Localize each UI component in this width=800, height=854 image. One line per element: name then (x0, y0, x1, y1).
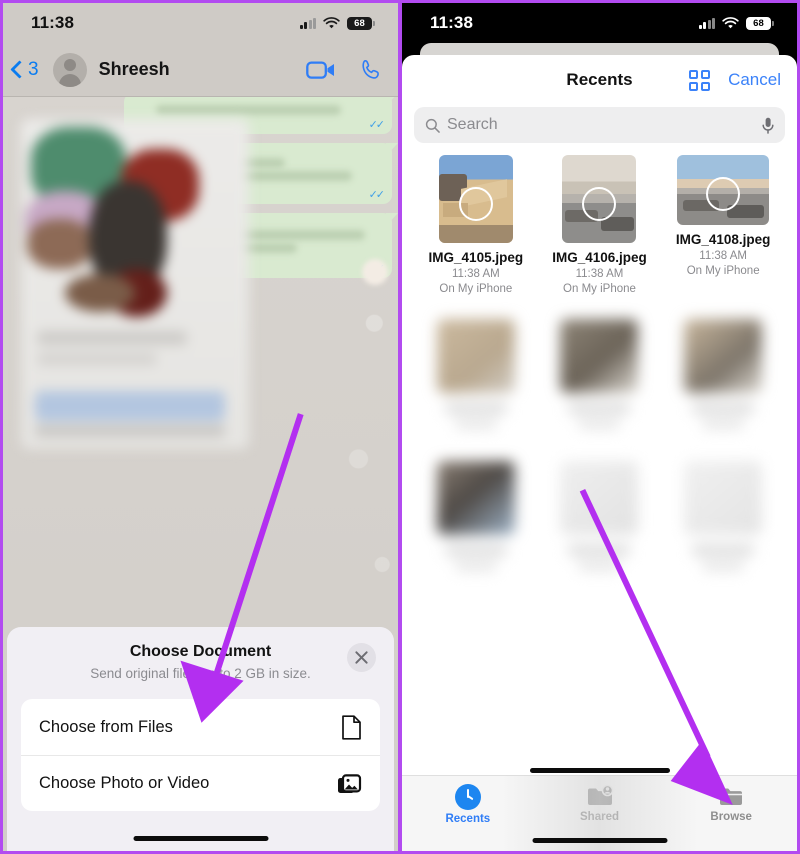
files-picker-sheet: Recents Cancel Search IMG_4105.jpeg 11:3… (402, 55, 797, 851)
file-item[interactable]: IMG_4105.jpeg 11:38 AM On My iPhone (414, 155, 538, 295)
file-time: 11:38 AM (451, 268, 500, 280)
clock-icon (454, 784, 481, 810)
status-bar-time: 11:38 (430, 13, 474, 32)
redacted-file-row (402, 319, 797, 429)
file-thumbnail (438, 155, 513, 243)
scroll-home-indicator (529, 768, 670, 773)
wifi-icon (323, 16, 340, 28)
cellular-bars-icon (299, 17, 316, 29)
close-glyph (355, 651, 368, 664)
home-indicator (133, 836, 268, 841)
search-icon (425, 118, 440, 133)
redacted-file-item[interactable] (661, 461, 785, 571)
option-label: Choose from Files (39, 717, 173, 736)
microphone-icon[interactable] (762, 117, 774, 134)
files-navigation-bar: Recents Cancel (402, 55, 797, 105)
selection-ring-icon (582, 187, 617, 222)
shared-folder-icon (587, 784, 613, 805)
redacted-file-item[interactable] (414, 461, 538, 571)
file-thumbnail (562, 155, 637, 243)
file-name: IMG_4108.jpeg (675, 232, 771, 247)
unread-count-badge: 3 (28, 58, 39, 80)
document-page-icon (342, 714, 361, 740)
two-phone-screenshot-composite: 11:38 68 3 Shreesh ✓✓ ✓✓ Choose Document… (0, 0, 800, 854)
contact-name: Shreesh (98, 59, 170, 79)
option-label: Choose Photo or Video (39, 774, 210, 792)
tab-label: Browse (710, 811, 752, 823)
left-phone-panel: 11:38 68 3 Shreesh ✓✓ ✓✓ Choose Document… (0, 0, 400, 854)
search-bar[interactable] (414, 107, 785, 143)
tab-recents[interactable]: Recents (402, 784, 534, 825)
back-button[interactable]: 3 (11, 59, 39, 81)
file-time: 11:38 AM (575, 268, 624, 280)
redacted-file-item[interactable] (414, 319, 538, 429)
sheet-subtitle: Send original files up to 2 GB in size. (90, 666, 311, 681)
right-phone-panel: 11:38 68 Recents Cancel Search IMG_4105.… (400, 0, 800, 854)
choose-from-files-option[interactable]: Choose from Files (21, 699, 380, 755)
sender-avatar (362, 259, 388, 285)
sheet-title: Choose Document (129, 643, 272, 660)
video-camera-icon[interactable] (306, 59, 336, 81)
battery-level-label: 68 (753, 17, 764, 29)
read-receipt-ticks: ✓✓ (368, 119, 386, 131)
selection-ring-icon (458, 187, 493, 222)
folder-icon (720, 788, 743, 805)
read-receipt-ticks: ✓✓ (368, 189, 386, 201)
file-location: On My iPhone (439, 283, 513, 295)
file-thumbnail (677, 155, 770, 225)
photo-message-attachment[interactable] (21, 119, 249, 449)
redacted-file-item[interactable] (538, 319, 662, 429)
grid-view-icon[interactable] (689, 69, 711, 91)
redacted-file-row (402, 461, 797, 571)
redacted-file-item[interactable] (538, 461, 662, 571)
search-input[interactable] (447, 116, 755, 134)
chevron-left-icon (11, 60, 22, 79)
tab-label: Shared (580, 811, 619, 823)
home-indicator (532, 838, 667, 843)
file-item[interactable]: IMG_4108.jpeg 11:38 AM On My iPhone (661, 155, 785, 295)
file-location: On My iPhone (563, 283, 636, 295)
tab-browse[interactable]: Browse (665, 784, 797, 823)
wifi-icon (722, 16, 739, 28)
contact-avatar[interactable] (52, 52, 87, 87)
file-time: 11:38 AM (699, 250, 748, 262)
phone-icon[interactable] (360, 58, 384, 82)
choose-document-sheet: Choose Document Send original files up t… (7, 627, 394, 851)
cancel-button[interactable]: Cancel (728, 70, 781, 90)
file-name: IMG_4105.jpeg (428, 250, 524, 265)
left-status-bar: 11:38 68 (3, 3, 398, 43)
cellular-bars-icon (698, 17, 715, 29)
file-location: On My iPhone (686, 265, 760, 277)
close-x-icon[interactable] (347, 643, 376, 672)
chat-navigation-bar: 3 Shreesh (3, 43, 398, 97)
tab-shared[interactable]: Shared (534, 784, 666, 823)
recent-files-grid: IMG_4105.jpeg 11:38 AM On My iPhone IMG_… (402, 155, 797, 295)
file-name: IMG_4106.jpeg (552, 250, 647, 265)
choose-photo-or-video-option[interactable]: Choose Photo or Video (21, 755, 380, 811)
status-bar-time: 11:38 (31, 13, 75, 32)
battery-icon: 68 (347, 16, 375, 30)
battery-icon: 68 (746, 16, 774, 30)
selection-ring-icon (706, 177, 741, 212)
battery-level-label: 68 (354, 17, 365, 29)
file-item[interactable]: IMG_4106.jpeg 11:38 AM On My iPhone (538, 155, 662, 295)
right-status-bar: 11:38 68 (402, 3, 797, 43)
photo-stack-icon (338, 773, 362, 793)
redacted-message-text (155, 105, 341, 115)
tab-label: Recents (445, 813, 491, 825)
redacted-file-item[interactable] (661, 319, 785, 429)
sheet-options-card: Choose from Files Choose Photo or Video (21, 699, 380, 811)
